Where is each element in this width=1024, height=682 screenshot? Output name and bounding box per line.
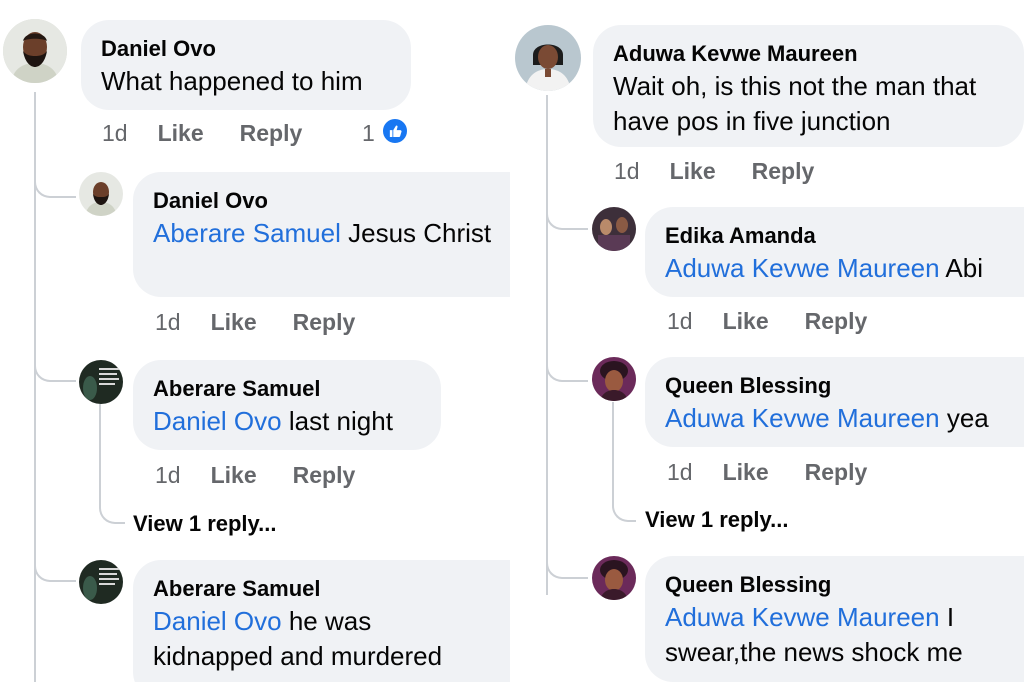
reply-bubble[interactable]: Queen Blessing Aduwa Kevwe Maureen I swe… [645, 556, 1024, 682]
thread-connector [546, 352, 588, 382]
avatar[interactable] [592, 556, 636, 600]
reply-button[interactable]: Reply [240, 120, 303, 147]
reply-author[interactable]: Daniel Ovo [153, 186, 493, 216]
reply-actions: 1d Like Reply [667, 308, 867, 335]
reply-time[interactable]: 1d [667, 308, 693, 335]
reply-button[interactable]: Reply [805, 459, 868, 486]
reply-actions: 1d Like Reply [155, 309, 355, 336]
reply-author[interactable]: Edika Amanda [665, 221, 1005, 251]
view-replies-link[interactable]: View 1 reply... [133, 511, 276, 537]
thread-connector [546, 549, 588, 579]
comment-text: Wait oh, is this not the man that have p… [613, 71, 977, 136]
reply-text: Daniel Ovo he was kidnapped and murdered [153, 606, 443, 671]
reply-time[interactable]: 1d [155, 309, 181, 336]
reply-bubble[interactable]: Daniel Ovo Aberare Samuel Jesus Christ [133, 172, 510, 297]
avatar[interactable] [592, 207, 636, 251]
thread-connector [34, 168, 76, 198]
like-button[interactable]: Like [158, 120, 204, 147]
reply-author[interactable]: Queen Blessing [665, 570, 1005, 600]
mention-link[interactable]: Daniel Ovo [153, 406, 282, 436]
avatar[interactable] [79, 172, 123, 216]
like-button[interactable]: Like [723, 459, 769, 486]
comment-author[interactable]: Daniel Ovo [101, 34, 391, 64]
comment-text: What happened to him [101, 66, 363, 96]
comment-bubble[interactable]: Daniel Ovo What happened to him [81, 20, 411, 110]
comment-time[interactable]: 1d [102, 120, 128, 147]
avatar[interactable] [79, 360, 123, 404]
reaction-count[interactable]: 1 [362, 120, 375, 147]
reply-author[interactable]: Aberare Samuel [153, 574, 493, 604]
reply-bubble[interactable]: Aberare Samuel Daniel Ovo last night [133, 360, 441, 450]
reply-text: Aduwa Kevwe Maureen Abi [665, 253, 983, 283]
reply-author[interactable]: Aberare Samuel [153, 374, 421, 404]
reply-button[interactable]: Reply [293, 309, 356, 336]
thumbs-up-icon[interactable] [381, 117, 409, 145]
like-button[interactable]: Like [211, 309, 257, 336]
comment-thread-left: Daniel Ovo What happened to him 1d Like Re… [0, 0, 510, 682]
comment-actions: 1d Like Reply [614, 158, 814, 185]
like-button[interactable]: Like [211, 462, 257, 489]
thread-line [612, 402, 614, 496]
reply-text: Aduwa Kevwe Maureen yea [665, 403, 989, 433]
thread-line [99, 404, 101, 498]
thread-connector [546, 200, 588, 230]
reply-actions: 1d Like Reply [667, 459, 867, 486]
like-button[interactable]: Like [670, 158, 716, 185]
mention-link[interactable]: Daniel Ovo [153, 606, 282, 636]
comment-time[interactable]: 1d [614, 158, 640, 185]
thread-connector [34, 552, 76, 582]
avatar[interactable] [3, 19, 67, 83]
reply-text: Aberare Samuel Jesus Christ [153, 218, 492, 248]
mention-link[interactable]: Aduwa Kevwe Maureen [665, 253, 940, 283]
reply-actions: 1d Like Reply [155, 462, 355, 489]
like-button[interactable]: Like [723, 308, 769, 335]
comment-thread-right: Aduwa Kevwe Maureen Wait oh, is this not… [512, 0, 1024, 682]
avatar[interactable] [79, 560, 123, 604]
reply-bubble[interactable]: Aberare Samuel Daniel Ovo he was kidnapp… [133, 560, 510, 682]
reply-bubble[interactable]: Queen Blessing Aduwa Kevwe Maureen yea [645, 357, 1024, 447]
reply-text: Daniel Ovo last night [153, 406, 393, 436]
thread-connector [34, 352, 76, 382]
reply-button[interactable]: Reply [805, 308, 868, 335]
reply-time[interactable]: 1d [155, 462, 181, 489]
reply-time[interactable]: 1d [667, 459, 693, 486]
mention-link[interactable]: Aberare Samuel [153, 218, 341, 248]
reply-bubble[interactable]: Edika Amanda Aduwa Kevwe Maureen Abi [645, 207, 1024, 297]
avatar[interactable] [515, 25, 581, 91]
thread-connector [99, 496, 125, 524]
comment-author[interactable]: Aduwa Kevwe Maureen [613, 39, 1004, 69]
comment-bubble[interactable]: Aduwa Kevwe Maureen Wait oh, is this not… [593, 25, 1024, 147]
mention-link[interactable]: Aduwa Kevwe Maureen [665, 602, 940, 632]
reply-author[interactable]: Queen Blessing [665, 371, 1005, 401]
thread-line [546, 95, 548, 595]
thread-connector [612, 494, 636, 522]
comment-actions: 1d Like Reply [102, 120, 302, 147]
reply-button[interactable]: Reply [752, 158, 815, 185]
view-replies-link[interactable]: View 1 reply... [645, 507, 788, 533]
avatar[interactable] [592, 357, 636, 401]
reply-button[interactable]: Reply [293, 462, 356, 489]
mention-link[interactable]: Aduwa Kevwe Maureen [665, 403, 940, 433]
reply-text: Aduwa Kevwe Maureen I swear,the news sho… [665, 602, 963, 667]
